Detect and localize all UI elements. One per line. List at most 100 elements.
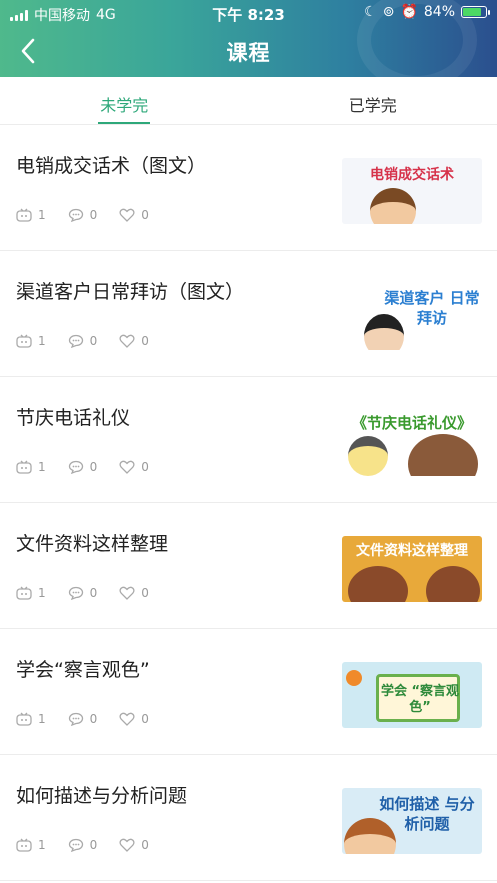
heart-icon xyxy=(119,460,135,474)
course-meta: 1 0 0 xyxy=(16,838,149,852)
orientation-lock-icon: ⊚ xyxy=(382,4,395,20)
views-stat: 1 xyxy=(16,334,46,348)
comments-stat: 0 xyxy=(68,838,98,852)
course-title: 渠道客户日常拜访（图文） xyxy=(16,281,245,303)
tab-finished[interactable]: 已学完 xyxy=(249,77,497,124)
course-thumbnail: 电销成交话术 xyxy=(342,158,482,224)
course-item[interactable]: 如何描述与分析问题 1 0 0 如何描述 与分析问题 xyxy=(0,755,497,881)
thumbnail-person xyxy=(408,434,478,476)
course-item[interactable]: 节庆电话礼仪 1 0 0 《节庆电话礼仪》 xyxy=(0,377,497,503)
thumbnail-person xyxy=(348,436,388,476)
likes-count: 0 xyxy=(141,586,149,600)
thumbnail-person xyxy=(364,314,404,350)
likes-count: 0 xyxy=(141,334,149,348)
comment-icon xyxy=(68,460,83,474)
tab-unfinished[interactable]: 未学完 xyxy=(0,77,249,124)
moon-icon: ☾ xyxy=(364,4,377,20)
comments-count: 0 xyxy=(89,208,98,222)
course-list: 电销成交话术（图文） 1 0 0 电销成交话术 渠道客户日常拜访（图文） 1 0… xyxy=(0,125,497,881)
views-icon xyxy=(16,838,32,852)
course-meta: 1 0 0 xyxy=(16,460,149,474)
comments-stat: 0 xyxy=(68,586,98,600)
comments-count: 0 xyxy=(89,460,98,474)
thumbnail-caption: 文件资料这样整理 xyxy=(356,543,468,559)
comments-stat: 0 xyxy=(68,208,98,222)
views-count: 1 xyxy=(38,586,46,600)
comment-icon xyxy=(68,838,83,852)
comment-icon xyxy=(68,208,83,222)
comments-count: 0 xyxy=(89,334,98,348)
course-title: 电销成交话术（图文） xyxy=(16,155,207,177)
comments-stat: 0 xyxy=(68,334,98,348)
course-item[interactable]: 渠道客户日常拜访（图文） 1 0 0 渠道客户 日常拜访 xyxy=(0,251,497,377)
course-item[interactable]: 电销成交话术（图文） 1 0 0 电销成交话术 xyxy=(0,125,497,251)
course-title: 文件资料这样整理 xyxy=(16,533,169,555)
thumbnail-person xyxy=(348,566,408,602)
thumbnail-person xyxy=(370,188,416,224)
views-count: 1 xyxy=(38,334,46,348)
thumbnail-caption: 电销成交话术 xyxy=(370,167,454,183)
likes-count: 0 xyxy=(141,208,149,222)
sun-decoration xyxy=(346,670,362,686)
battery-icon xyxy=(461,6,490,18)
views-icon xyxy=(16,208,32,222)
thumbnail-person xyxy=(426,566,480,602)
course-item[interactable]: 学会“察言观色” 1 0 0 学会 “察言观色” xyxy=(0,629,497,755)
course-title: 如何描述与分析问题 xyxy=(16,785,188,807)
course-thumbnail: 如何描述 与分析问题 xyxy=(342,788,482,854)
heart-icon xyxy=(119,712,135,726)
views-stat: 1 xyxy=(16,712,46,726)
course-title: 学会“察言观色” xyxy=(16,659,150,681)
likes-stat: 0 xyxy=(119,208,149,222)
likes-stat: 0 xyxy=(119,838,149,852)
course-thumbnail: 学会 “察言观色” xyxy=(342,662,482,728)
views-icon xyxy=(16,334,32,348)
views-count: 1 xyxy=(38,208,46,222)
views-count: 1 xyxy=(38,712,46,726)
comment-icon xyxy=(68,712,83,726)
views-stat: 1 xyxy=(16,208,46,222)
status-right: ☾ ⊚ ⏰ 84% xyxy=(364,4,490,20)
heart-icon xyxy=(119,208,135,222)
likes-count: 0 xyxy=(141,460,149,474)
comments-count: 0 xyxy=(89,712,98,726)
page-title: 课程 xyxy=(226,41,271,65)
course-thumbnail: 《节庆电话礼仪》 xyxy=(342,410,482,476)
views-icon xyxy=(16,460,32,474)
likes-count: 0 xyxy=(141,838,149,852)
comments-count: 0 xyxy=(89,586,98,600)
comment-icon xyxy=(68,334,83,348)
alarm-icon: ⏰ xyxy=(400,4,418,20)
course-thumbnail: 渠道客户 日常拜访 xyxy=(342,284,482,350)
comments-stat: 0 xyxy=(68,460,98,474)
comments-stat: 0 xyxy=(68,712,98,726)
course-title: 节庆电话礼仪 xyxy=(16,407,131,429)
likes-stat: 0 xyxy=(119,586,149,600)
views-stat: 1 xyxy=(16,586,46,600)
heart-icon xyxy=(119,334,135,348)
comments-count: 0 xyxy=(89,838,98,852)
views-icon xyxy=(16,586,32,600)
course-meta: 1 0 0 xyxy=(16,208,149,222)
views-count: 1 xyxy=(38,460,46,474)
views-stat: 1 xyxy=(16,838,46,852)
status-bar: 中国移动 4G 下午 8:23 ☾ ⊚ ⏰ 84% xyxy=(0,0,497,26)
heart-icon xyxy=(119,838,135,852)
nav-bar: 课程 xyxy=(0,26,497,77)
likes-count: 0 xyxy=(141,712,149,726)
course-item[interactable]: 文件资料这样整理 1 0 0 文件资料这样整理 xyxy=(0,503,497,629)
likes-stat: 0 xyxy=(119,460,149,474)
course-meta: 1 0 0 xyxy=(16,586,149,600)
course-meta: 1 0 0 xyxy=(16,334,149,348)
views-count: 1 xyxy=(38,838,46,852)
app-header: 中国移动 4G 下午 8:23 ☾ ⊚ ⏰ 84% 课程 xyxy=(0,0,497,77)
tab-bar: 未学完 已学完 xyxy=(0,77,497,125)
heart-icon xyxy=(119,586,135,600)
likes-stat: 0 xyxy=(119,334,149,348)
thumbnail-caption: 《节庆电话礼仪》 xyxy=(351,414,472,432)
views-stat: 1 xyxy=(16,460,46,474)
comment-icon xyxy=(68,586,83,600)
likes-stat: 0 xyxy=(119,712,149,726)
course-thumbnail: 文件资料这样整理 xyxy=(342,536,482,602)
thumbnail-caption: 学会 “察言观色” xyxy=(380,684,460,715)
